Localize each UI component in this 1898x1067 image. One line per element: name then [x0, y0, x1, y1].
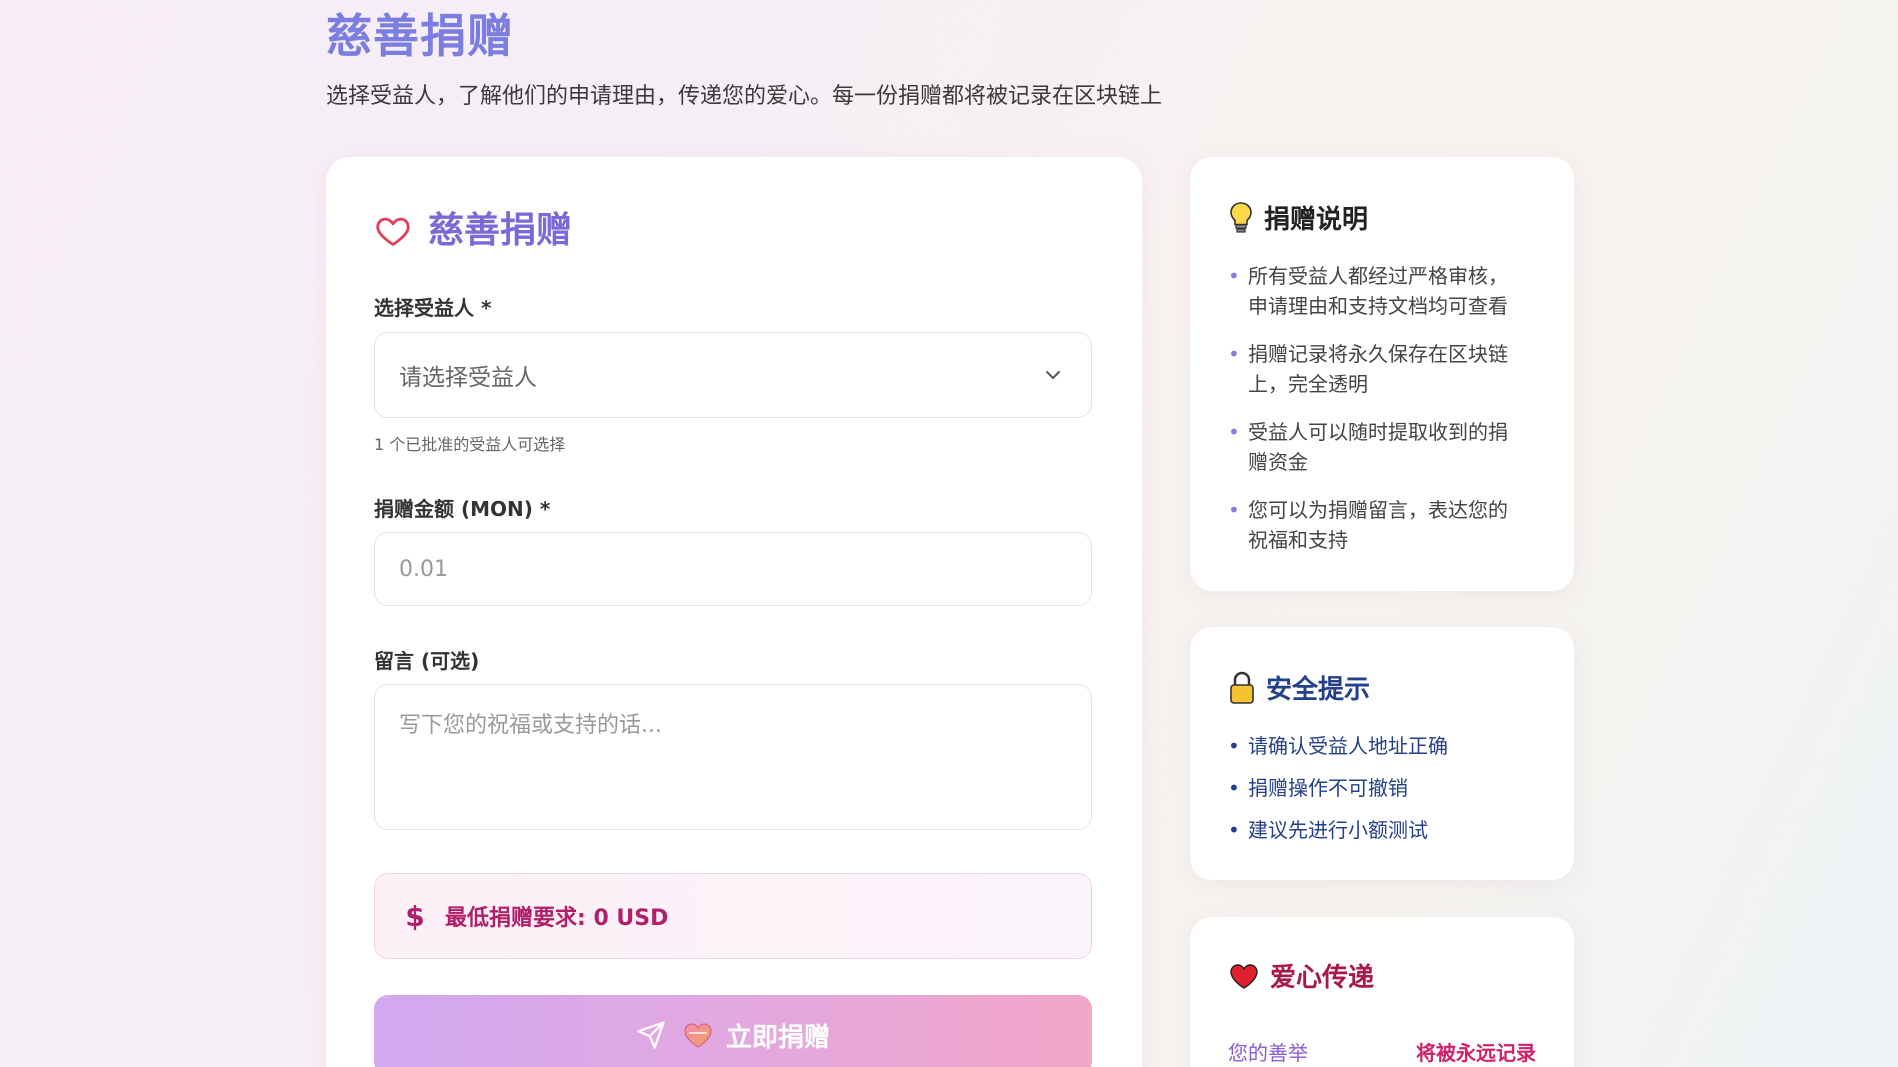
love-title-row: 爱心传递	[1228, 957, 1374, 994]
love-left-text: 您的善举	[1228, 1041, 1308, 1065]
security-title: 安全提示	[1266, 675, 1371, 705]
message-label: 留言 (可选)	[374, 649, 480, 673]
info-item: 所有受益人都经过严格审核，申请理由和支持文档均可查看	[1228, 261, 1524, 321]
min-donation-notice: $ 最低捐赠要求: 0 USD	[374, 873, 1092, 959]
info-item: 您可以为捐赠留言，表达您的祝福和支持	[1228, 495, 1524, 555]
lock-icon	[1230, 671, 1254, 704]
page-header: 慈善捐赠 选择受益人，了解他们的申请理由，传递您的爱心。每一份捐赠都将被记录在区…	[326, 8, 1162, 112]
form-title: 慈善捐赠	[428, 210, 573, 251]
lightbulb-icon	[1230, 201, 1252, 233]
security-tips-card: 安全提示 请确认受益人地址正确 捐赠操作不可撤销 建议先进行小额测试	[1190, 627, 1574, 880]
love-row: 您的善举 将被永远记录	[1228, 1037, 1536, 1066]
amount-input[interactable]: 0.01	[374, 532, 1092, 606]
heart-icon	[1230, 963, 1258, 989]
donation-info-card: 捐赠说明 所有受益人都经过严格审核，申请理由和支持文档均可查看 捐赠记录将永久保…	[1190, 157, 1574, 591]
donate-now-button[interactable]: 立即捐赠	[374, 995, 1092, 1067]
dollar-icon: $	[405, 899, 425, 933]
donate-button-label: 立即捐赠	[725, 1022, 830, 1053]
donation-form-card: 慈善捐赠 选择受益人 * 请选择受益人 1 个已批准的受益人可选择 捐赠金额 (…	[326, 157, 1142, 1067]
amount-placeholder: 0.01	[399, 556, 448, 582]
page-subtitle: 选择受益人，了解他们的申请理由，传递您的爱心。每一份捐赠都将被记录在区块链上	[326, 84, 1163, 109]
message-textarea[interactable]: 写下您的祝福或支持的话...	[374, 684, 1092, 830]
love-right-text: 将被永远记录	[1416, 1041, 1536, 1065]
info-item: 受益人可以随时提取收到的捐赠资金	[1228, 417, 1524, 477]
security-item: 建议先进行小额测试	[1228, 815, 1524, 845]
heart-icon	[684, 1023, 712, 1048]
info-title: 捐赠说明	[1264, 205, 1369, 235]
page-title: 慈善捐赠	[326, 9, 514, 63]
heart-outline-icon	[376, 217, 410, 246]
security-title-row: 安全提示	[1228, 669, 1370, 706]
form-title-row: 慈善捐赠	[374, 209, 572, 253]
beneficiary-hint: 1 个已批准的受益人可选择	[374, 435, 566, 454]
security-list: 请确认受益人地址正确 捐赠操作不可撤销 建议先进行小额测试	[1228, 731, 1524, 857]
chevron-down-icon	[1046, 371, 1060, 379]
security-item: 捐赠操作不可撤销	[1228, 773, 1524, 803]
message-placeholder: 写下您的祝福或支持的话...	[399, 713, 662, 738]
min-donation-text: 最低捐赠要求: 0 USD	[445, 906, 669, 931]
love-title: 爱心传递	[1270, 963, 1375, 993]
info-item: 捐赠记录将永久保存在区块链上，完全透明	[1228, 339, 1524, 399]
amount-label: 捐赠金额 (MON) *	[374, 497, 551, 521]
beneficiary-label: 选择受益人 *	[374, 296, 492, 320]
beneficiary-select-value: 请选择受益人	[399, 365, 537, 391]
beneficiary-select[interactable]: 请选择受益人	[374, 332, 1092, 418]
info-list: 所有受益人都经过严格审核，申请理由和支持文档均可查看 捐赠记录将永久保存在区块链…	[1228, 261, 1524, 573]
info-title-row: 捐赠说明	[1228, 199, 1368, 236]
love-card: 爱心传递 您的善举 将被永远记录	[1190, 917, 1574, 1067]
security-item: 请确认受益人地址正确	[1228, 731, 1524, 761]
send-icon	[637, 1021, 665, 1049]
